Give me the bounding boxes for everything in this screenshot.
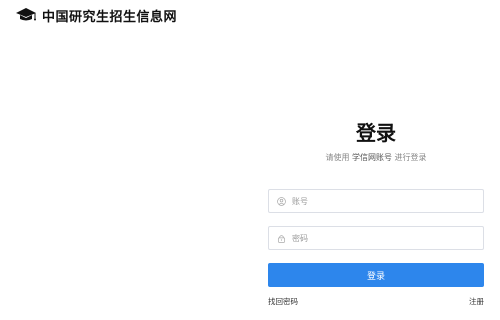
login-title: 登录 bbox=[356, 121, 396, 145]
login-subtitle: 请使用 学信网账号 进行登录 bbox=[268, 152, 484, 164]
account-input[interactable] bbox=[292, 196, 472, 206]
forgot-password-link[interactable]: 找回密码 bbox=[268, 296, 298, 307]
site-name: 中国研究生招生信息网 bbox=[42, 9, 178, 25]
password-input[interactable] bbox=[292, 233, 472, 243]
subtitle-suffix: 进行登录 bbox=[394, 153, 427, 162]
subtitle-account-name: 学信网账号 bbox=[352, 153, 392, 162]
password-field[interactable] bbox=[268, 226, 484, 250]
login-links: 找回密码 注册 bbox=[268, 296, 484, 307]
lock-icon bbox=[276, 233, 286, 243]
login-panel: 登录 请使用 学信网账号 进行登录 登录 找回密码 注册 bbox=[268, 118, 484, 307]
site-logo[interactable]: 中国研究生招生信息网 bbox=[14, 6, 178, 25]
login-button[interactable]: 登录 bbox=[268, 263, 484, 287]
graduation-cap-icon bbox=[14, 6, 38, 24]
user-icon bbox=[276, 196, 286, 206]
account-field[interactable] bbox=[268, 189, 484, 213]
subtitle-prefix: 请使用 bbox=[325, 153, 350, 162]
register-link[interactable]: 注册 bbox=[469, 296, 484, 307]
